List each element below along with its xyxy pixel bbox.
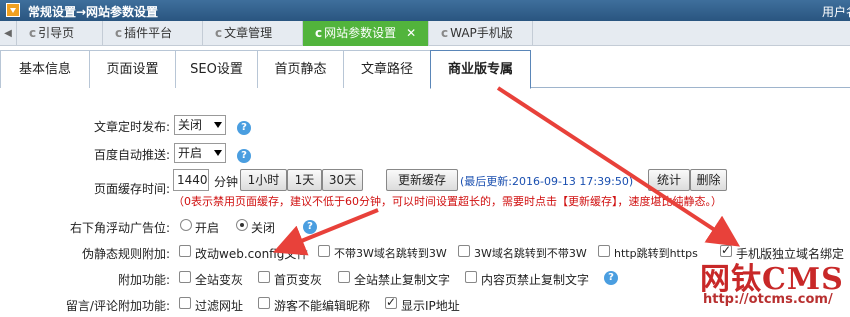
arrow-to-web-config xyxy=(272,208,379,256)
watermark-url: http://otcms.com/ xyxy=(703,292,833,307)
arrow-to-mobile-domain xyxy=(496,86,741,247)
